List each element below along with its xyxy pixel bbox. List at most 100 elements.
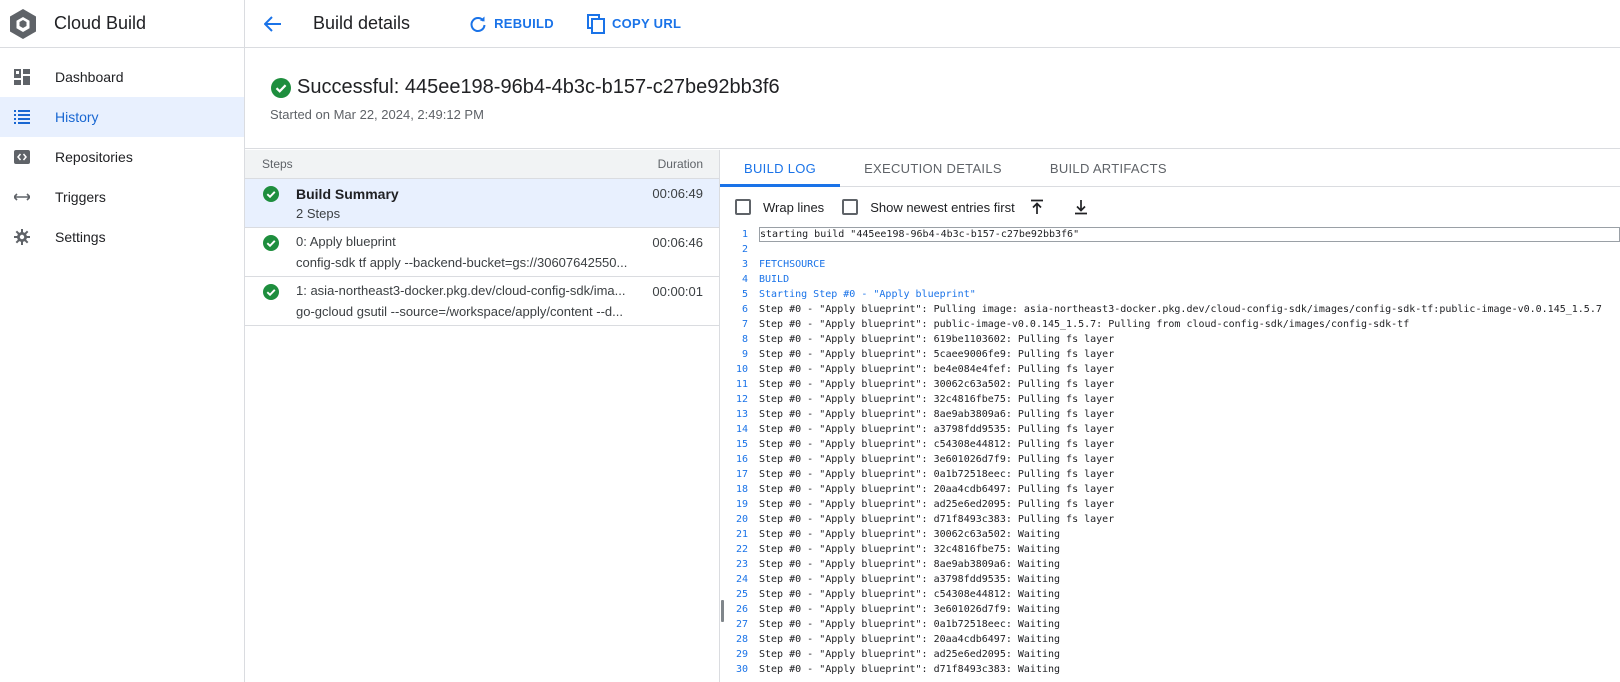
log-line-text: Step #0 - "Apply blueprint": 8ae9ab3809a… <box>759 409 1115 420</box>
log-line-text[interactable]: starting build "445ee198-96b4-4b3c-b157-… <box>759 227 1620 242</box>
log-line: 4 BUILD <box>720 272 1620 287</box>
refresh-icon <box>468 14 488 34</box>
scroll-to-top-icon[interactable] <box>1027 197 1047 217</box>
log-line-number: 7 <box>741 319 748 330</box>
log-line-number: 27 <box>735 619 748 630</box>
rebuild-button[interactable]: REBUILD <box>468 14 554 34</box>
log-line-text: Step #0 - "Apply blueprint": 32c4816fbe7… <box>759 394 1115 405</box>
log-line: 18 Step #0 - "Apply blueprint": 20aa4cdb6… <box>720 482 1620 497</box>
log-line-number: 9 <box>741 349 748 360</box>
brand[interactable]: Cloud Build <box>0 0 244 48</box>
log-line-number: 5 <box>741 289 748 300</box>
scroll-to-bottom-icon[interactable] <box>1071 197 1091 217</box>
log-line: 7 Step #0 - "Apply blueprint": public-ima… <box>720 317 1620 332</box>
log-line: 12 Step #0 - "Apply blueprint": 32c4816fb… <box>720 392 1620 407</box>
log-line-text: Step #0 - "Apply blueprint": a3798fdd953… <box>759 574 1061 585</box>
wrap-lines-label: Wrap lines <box>763 199 825 215</box>
log-line-text: Step #0 - "Apply blueprint": 3e601026d7f… <box>759 604 1061 615</box>
log-line-text: Step #0 - "Apply blueprint": 20aa4cdb649… <box>759 484 1115 495</box>
log-line-number: 20 <box>735 514 748 525</box>
sidebar-item-dashboard[interactable]: Dashboard <box>0 57 244 97</box>
log-line: 27 Step #0 - "Apply blueprint": 0a1b72518… <box>720 617 1620 632</box>
log-line-text: Step #0 - "Apply blueprint": d71f8493c38… <box>759 514 1115 525</box>
log-line-number: 3 <box>741 259 748 270</box>
sidebar-item-label: History <box>55 109 99 125</box>
step-subtitle: 2 Steps <box>296 206 341 221</box>
build-start-time: Started on Mar 22, 2024, 2:49:12 PM <box>270 107 484 122</box>
log-line: 13 Step #0 - "Apply blueprint": 8ae9ab380… <box>720 407 1620 422</box>
log-line-text: Step #0 - "Apply blueprint": 30062c63a50… <box>759 379 1115 390</box>
build-log: 1 starting build "445ee198-96b4-4b3c-b157… <box>720 227 1620 682</box>
log-line-text: Step #0 - "Apply blueprint": 3e601026d7f… <box>759 454 1115 465</box>
sidebar-nav: Dashboard History Repositories Triggers … <box>0 48 244 257</box>
show-newest-label: Show newest entries first <box>870 199 1015 215</box>
log-line-text: Step #0 - "Apply blueprint": c54308e4481… <box>759 439 1115 450</box>
sidebar-item-repositories[interactable]: Repositories <box>0 137 244 177</box>
duration-column-header: Duration <box>657 157 703 171</box>
repositories-icon <box>13 148 31 166</box>
step-title: Build Summary <box>296 186 399 202</box>
log-line: 20 Step #0 - "Apply blueprint": d71f8493c… <box>720 512 1620 527</box>
back-arrow-icon[interactable] <box>261 12 285 36</box>
sidebar-item-history[interactable]: History <box>0 97 244 137</box>
log-line-text: Step #0 - "Apply blueprint": public-imag… <box>759 319 1410 330</box>
step-row-gsutil[interactable]: 1: asia-northeast3-docker.pkg.dev/cloud-… <box>245 277 719 326</box>
success-check-icon <box>263 186 279 202</box>
log-line: 5 Starting Step #0 - "Apply blueprint" <box>720 287 1620 302</box>
sidebar-item-settings[interactable]: Settings <box>0 217 244 257</box>
log-line-number: 15 <box>735 439 748 450</box>
log-line-text: Step #0 - "Apply blueprint": a3798fdd953… <box>759 424 1115 435</box>
tab-build-log[interactable]: BUILD LOG <box>720 150 841 187</box>
status-line: Successful: 445ee198-96b4-4b3c-b157-c27b… <box>271 76 780 99</box>
success-check-icon <box>271 77 291 98</box>
copy-url-button[interactable]: COPY URL <box>586 13 681 34</box>
step-subtitle: config-sdk tf apply --backend-bucket=gs:… <box>296 255 628 270</box>
tab-execution-details[interactable]: EXECUTION DETAILS <box>840 150 1026 186</box>
log-line-number: 16 <box>735 454 748 465</box>
log-line-text: Step #0 - "Apply blueprint": Pulling ima… <box>759 304 1602 315</box>
step-duration: 00:06:49 <box>652 186 703 201</box>
log-line-number: 10 <box>735 364 748 375</box>
sidebar: Cloud Build Dashboard History Repositori… <box>0 0 245 682</box>
log-line-number: 29 <box>735 649 748 660</box>
success-check-icon <box>263 284 279 300</box>
gear-icon <box>13 228 31 246</box>
build-status-title: Successful: 445ee198-96b4-4b3c-b157-c27b… <box>297 76 780 98</box>
log-line: 10 Step #0 - "Apply blueprint": be4e084e4… <box>720 362 1620 377</box>
sidebar-item-triggers[interactable]: Triggers <box>0 177 244 217</box>
log-line: 22 Step #0 - "Apply blueprint": 32c4816fb… <box>720 542 1620 557</box>
log-line-text: Step #0 - "Apply blueprint": 8ae9ab3809a… <box>759 559 1061 570</box>
step-row-build-summary[interactable]: Build Summary 2 Steps 00:06:49 <box>245 179 719 228</box>
log-line: 1 starting build "445ee198-96b4-4b3c-b157… <box>720 227 1620 242</box>
log-line-text: Step #0 - "Apply blueprint": ad25e6ed209… <box>759 499 1115 510</box>
log-line-number: 6 <box>741 304 748 315</box>
log-line-text: Step #0 - "Apply blueprint": 0a1b72518ee… <box>759 619 1061 630</box>
log-line-number: 22 <box>735 544 748 555</box>
app-title: Cloud Build <box>54 13 147 33</box>
sidebar-item-label: Triggers <box>55 189 106 205</box>
log-line: 21 Step #0 - "Apply blueprint": 30062c63a… <box>720 527 1620 542</box>
log-line: 8 Step #0 - "Apply blueprint": 619be11036… <box>720 332 1620 347</box>
sidebar-item-label: Dashboard <box>55 69 124 85</box>
history-list-icon <box>13 108 31 126</box>
log-line-number: 18 <box>735 484 748 495</box>
log-tabs: BUILD LOG EXECUTION DETAILS BUILD ARTIFA… <box>720 150 1620 187</box>
success-check-icon <box>263 235 279 251</box>
show-newest-checkbox[interactable] <box>842 199 859 215</box>
log-line: 23 Step #0 - "Apply blueprint": 8ae9ab380… <box>720 557 1620 572</box>
log-panel: BUILD LOG EXECUTION DETAILS BUILD ARTIFA… <box>720 150 1620 682</box>
log-line-number: 26 <box>735 604 748 615</box>
log-line-text: Starting Step #0 - "Apply blueprint" <box>759 289 976 300</box>
tab-build-artifacts[interactable]: BUILD ARTIFACTS <box>1026 150 1191 186</box>
copy-icon <box>586 13 606 34</box>
log-line-text: Step #0 - "Apply blueprint": ad25e6ed209… <box>759 649 1061 660</box>
log-line: 28 Step #0 - "Apply blueprint": 20aa4cdb6… <box>720 632 1620 647</box>
log-line-number: 8 <box>741 334 748 345</box>
step-title: 1: asia-northeast3-docker.pkg.dev/cloud-… <box>296 283 626 298</box>
wrap-lines-checkbox[interactable] <box>735 199 751 215</box>
log-line-number: 24 <box>735 574 748 585</box>
step-row-apply-blueprint[interactable]: 0: Apply blueprint config-sdk tf apply -… <box>245 228 719 277</box>
rebuild-label: REBUILD <box>494 16 554 31</box>
log-line-number: 17 <box>735 469 748 480</box>
log-line-number: 11 <box>735 379 748 390</box>
